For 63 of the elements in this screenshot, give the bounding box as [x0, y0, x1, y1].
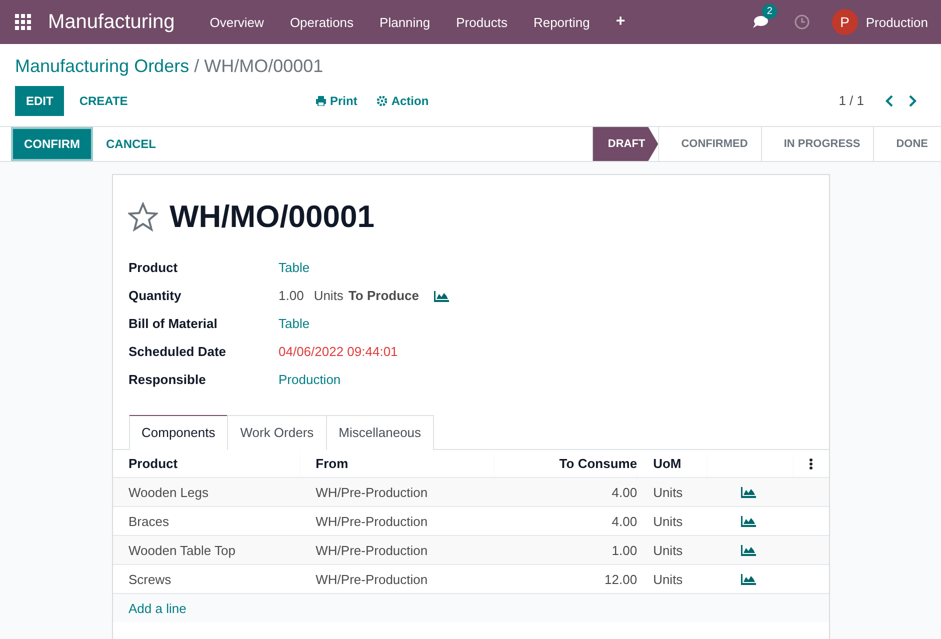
apps-menu-icon[interactable]: [15, 14, 31, 30]
menu-item[interactable]: Overview: [210, 14, 264, 30]
table-cell: Units: [637, 536, 706, 564]
breadcrumb-link[interactable]: Manufacturing Orders: [15, 56, 190, 76]
notebook-tab[interactable]: Work Orders: [227, 415, 327, 450]
field-value-link[interactable]: Production: [278, 371, 341, 388]
table-cell: Wooden Table Top: [112, 536, 300, 564]
quantity-value: 1.00: [278, 287, 304, 304]
column-header[interactable]: To Consume: [494, 450, 638, 478]
confirm-button[interactable]: CONFIRM: [13, 129, 91, 159]
more-options-icon[interactable]: [808, 458, 812, 470]
notebook-tab[interactable]: Components: [128, 415, 228, 450]
field-label: Scheduled Date: [128, 343, 228, 360]
area-chart-icon[interactable]: [740, 486, 756, 498]
column-header[interactable]: Product: [112, 450, 300, 478]
record-title: WH/MO/00001: [170, 199, 375, 235]
table-cell: 4.00: [494, 478, 638, 506]
notebook-tab[interactable]: Miscellaneous: [326, 415, 434, 450]
breadcrumb-separator: /: [194, 56, 200, 76]
field-label: To Produce: [348, 287, 419, 304]
column-header[interactable]: From: [300, 450, 494, 478]
table-cell: Units: [637, 478, 706, 506]
menu-item[interactable]: Reporting: [533, 14, 590, 30]
field-value: 04/06/2022 09:44:01: [278, 343, 398, 360]
table-cell: WH/Pre-Production: [300, 478, 494, 506]
area-chart-icon[interactable]: [434, 290, 449, 302]
menu-item[interactable]: Planning: [380, 14, 430, 30]
user-name[interactable]: Production: [866, 14, 928, 30]
gear-icon[interactable]: [377, 96, 388, 106]
field-value-link[interactable]: Table: [278, 315, 310, 332]
print-button[interactable]: Print: [310, 90, 364, 112]
table-cell: Wooden Legs: [112, 478, 300, 506]
star-icon[interactable]: [128, 202, 158, 232]
breadcrumb-current: WH/MO/00001: [204, 56, 324, 76]
field-value-link[interactable]: Table: [278, 259, 310, 276]
message-count-badge: 2: [762, 4, 778, 19]
chat-icon[interactable]: [752, 15, 768, 29]
area-chart-icon[interactable]: [740, 515, 756, 527]
printer-icon[interactable]: [316, 96, 326, 106]
pager-value: 1 / 1: [838, 93, 864, 108]
field-label: Quantity: [128, 287, 182, 304]
status-step[interactable]: DRAFT: [592, 127, 658, 161]
menu-item[interactable]: Products: [456, 14, 508, 30]
table-cell: 1.00: [494, 536, 638, 564]
area-chart-icon[interactable]: [740, 544, 756, 556]
add-line-link[interactable]: Add a line: [128, 600, 186, 616]
create-button[interactable]: CREATE: [68, 86, 139, 116]
next-icon[interactable]: [908, 94, 918, 106]
table-cell: WH/Pre-Production: [300, 536, 494, 564]
app-title[interactable]: Manufacturing: [48, 10, 175, 34]
edit-button[interactable]: EDIT: [15, 86, 64, 116]
field-label: Bill of Material: [128, 315, 218, 332]
column-header[interactable]: UoM: [637, 450, 706, 478]
menu-item[interactable]: +: [616, 13, 626, 31]
previous-icon[interactable]: [884, 94, 894, 106]
field-label: Product: [128, 259, 179, 276]
menu-item[interactable]: Operations: [290, 14, 354, 30]
area-chart-icon[interactable]: [740, 573, 756, 585]
field-label: Responsible: [128, 371, 207, 388]
unit-label: Units: [314, 287, 344, 304]
cancel-button[interactable]: CANCEL: [95, 129, 167, 159]
action-button[interactable]: Action: [371, 90, 435, 112]
user-avatar[interactable]: P: [832, 9, 858, 35]
